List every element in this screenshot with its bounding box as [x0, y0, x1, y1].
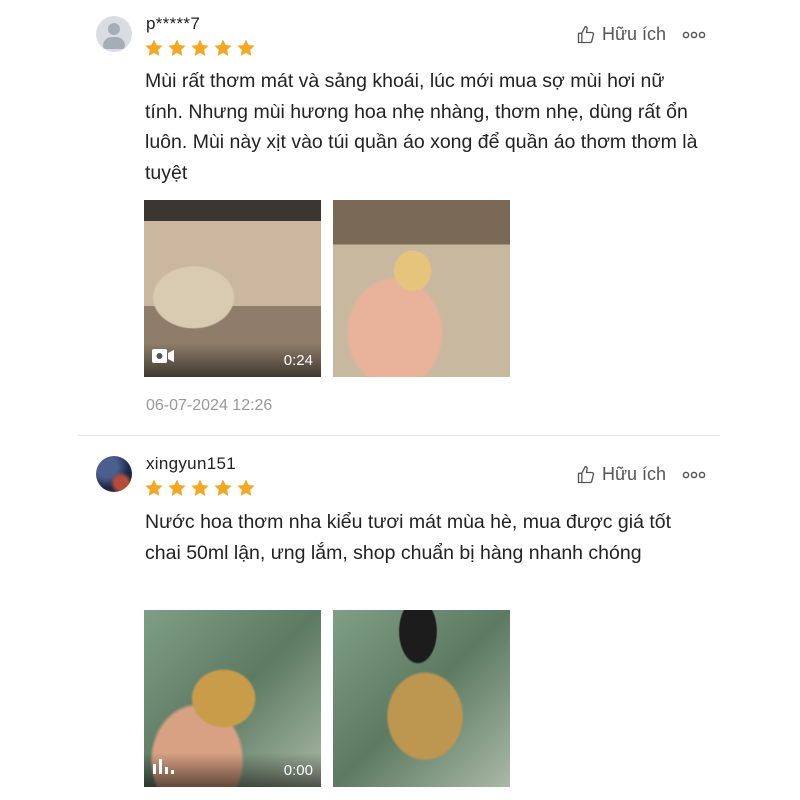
video-duration: 0:00: [283, 762, 313, 779]
star-icon: [167, 478, 187, 498]
star-icon: [236, 478, 256, 498]
product-photo: [333, 610, 510, 787]
star-icon: [236, 38, 256, 58]
reviewer-name: xingyun151: [146, 454, 236, 473]
helpful-label: Hữu ích: [602, 24, 667, 44]
avatar[interactable]: [96, 16, 132, 52]
star-icon: [190, 38, 210, 58]
star-icon: [144, 38, 164, 58]
star-icon: [167, 38, 187, 58]
star-icon: [190, 478, 210, 498]
star-icon: [144, 478, 164, 498]
helpful-label: Hữu ích: [602, 464, 667, 484]
more-options-icon[interactable]: [682, 470, 706, 480]
review-text: Nước hoa thơm nha kiểu tươi mát mùa hè, …: [145, 511, 672, 564]
review-date: 06-07-2024 12:26: [146, 397, 273, 414]
review-video-thumbnail[interactable]: 0:00: [144, 610, 321, 787]
thumbs-up-icon: [576, 25, 596, 45]
review-video-thumbnail[interactable]: 0:24: [144, 200, 321, 377]
product-photo: [333, 200, 510, 377]
review-divider: [78, 435, 720, 436]
thumbs-up-icon: [576, 465, 596, 485]
review-photo-thumbnail[interactable]: [333, 200, 510, 377]
star-icon: [213, 38, 233, 58]
audio-bars-icon: [151, 756, 175, 779]
avatar[interactable]: [96, 456, 132, 492]
review-photo-thumbnail[interactable]: [333, 610, 510, 787]
star-rating: [144, 478, 256, 498]
helpful-button[interactable]: Hữu ích: [576, 464, 666, 485]
helpful-button[interactable]: Hữu ích: [576, 24, 666, 45]
reviewer-name: p*****7: [146, 14, 201, 33]
star-icon: [213, 478, 233, 498]
star-rating: [144, 38, 256, 58]
review-text: Mùi rất thơm mát và sảng khoái, lúc mới …: [145, 70, 698, 184]
video-camera-icon: [151, 348, 175, 369]
video-duration: 0:24: [283, 352, 313, 369]
more-options-icon[interactable]: [682, 30, 706, 40]
